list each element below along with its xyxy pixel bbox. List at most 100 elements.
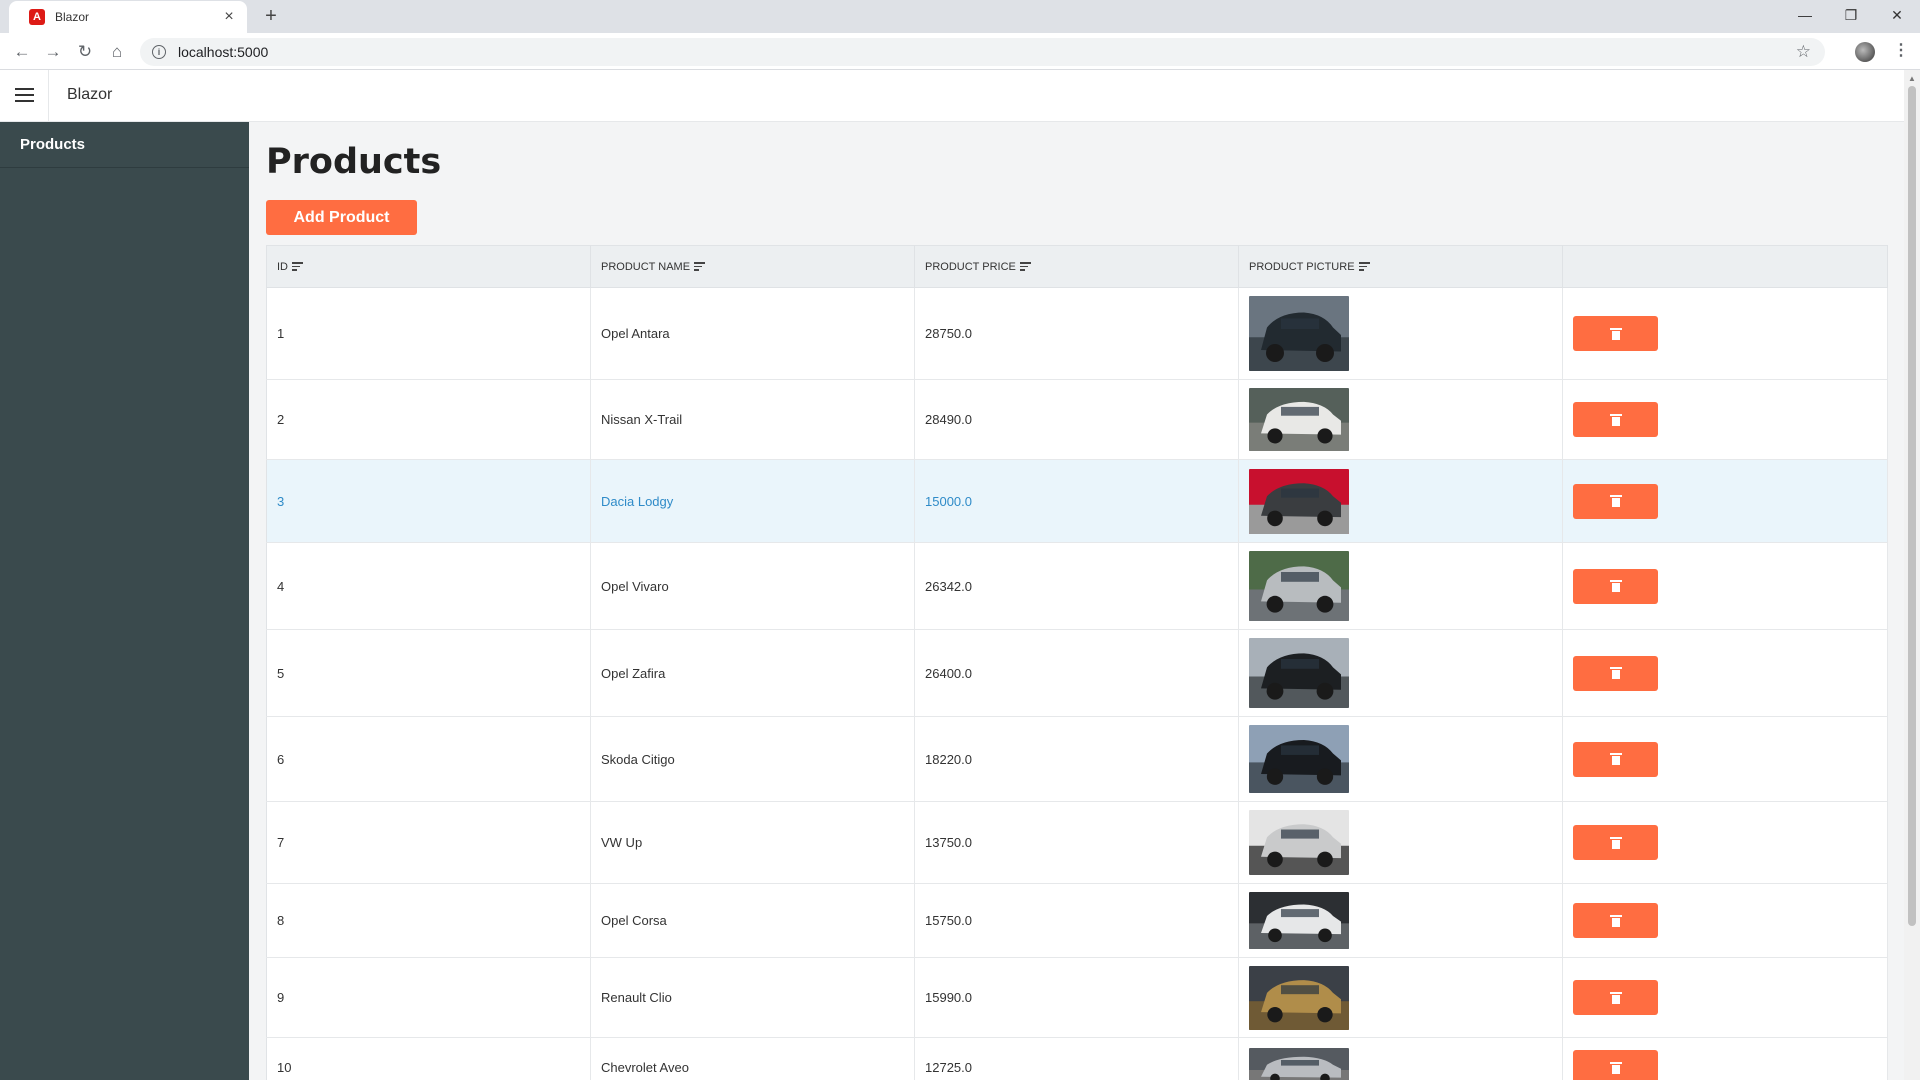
cell-actions xyxy=(1562,459,1888,543)
cell-id: 6 xyxy=(266,716,591,802)
column-header-id[interactable]: ID xyxy=(266,245,591,288)
table-row[interactable]: 6 Skoda Citigo 18220.0 xyxy=(266,716,1888,802)
product-image xyxy=(1249,892,1349,949)
header-divider xyxy=(48,70,49,122)
cell-product-name: Renault Clio xyxy=(590,957,915,1038)
cell-id: 3 xyxy=(266,459,591,543)
cell-product-price: 12725.0 xyxy=(914,1037,1239,1080)
cell-product-price: 13750.0 xyxy=(914,801,1239,884)
table-row[interactable]: 1 Opel Antara 28750.0 xyxy=(266,287,1888,380)
delete-button[interactable] xyxy=(1573,1050,1658,1080)
cell-product-picture xyxy=(1238,716,1563,802)
cell-product-picture xyxy=(1238,287,1563,380)
browser-menu-icon[interactable]: ⋮ xyxy=(1893,40,1909,60)
profile-avatar-icon[interactable] xyxy=(1855,42,1875,62)
delete-button[interactable] xyxy=(1573,980,1658,1015)
cell-product-picture xyxy=(1238,629,1563,717)
close-window-icon[interactable]: ✕ xyxy=(1874,0,1920,30)
sort-icon[interactable] xyxy=(1358,262,1370,271)
cell-actions xyxy=(1562,379,1888,460)
cell-actions xyxy=(1562,287,1888,380)
trash-icon xyxy=(1609,991,1622,1004)
delete-button[interactable] xyxy=(1573,568,1658,604)
table-row[interactable]: 4 Opel Vivaro 26342.0 xyxy=(266,542,1888,630)
cell-id: 4 xyxy=(266,542,591,630)
column-header-actions xyxy=(1562,245,1888,288)
cell-product-picture xyxy=(1238,801,1563,884)
hamburger-icon[interactable] xyxy=(15,88,34,102)
tab-title: Blazor xyxy=(55,10,90,24)
cell-actions xyxy=(1562,629,1888,717)
table-row[interactable]: 5 Opel Zafira 26400.0 xyxy=(266,629,1888,717)
back-icon[interactable]: ← xyxy=(11,41,33,63)
sort-icon[interactable] xyxy=(292,262,303,271)
cell-id: 7 xyxy=(266,801,591,884)
forward-icon[interactable]: → xyxy=(42,41,64,63)
url-text[interactable]: localhost:5000 xyxy=(178,44,268,60)
delete-button[interactable] xyxy=(1573,655,1658,691)
cell-product-price: 15000.0 xyxy=(914,459,1239,543)
reload-icon[interactable]: ↻ xyxy=(74,41,96,63)
column-header-name[interactable]: PRODUCT NAME xyxy=(590,245,915,288)
column-label: PRODUCT PRICE xyxy=(925,260,1016,273)
page-title: Products xyxy=(266,142,442,182)
trash-icon xyxy=(1609,836,1622,849)
sort-icon[interactable] xyxy=(1019,262,1031,271)
table-row[interactable]: 10 Chevrolet Aveo 12725.0 xyxy=(266,1037,1888,1080)
browser-tabstrip: A Blazor × + — ❐ ✕ xyxy=(0,0,1920,33)
cell-actions xyxy=(1562,542,1888,630)
delete-button[interactable] xyxy=(1573,741,1658,777)
grid-header-row: ID PRODUCT NAME PRODUCT PRICE PRODUCT PI… xyxy=(266,245,1888,288)
sort-icon[interactable] xyxy=(694,262,706,271)
table-row[interactable]: 3 Dacia Lodgy 15000.0 xyxy=(266,459,1888,543)
cell-id: 1 xyxy=(266,287,591,380)
add-product-button[interactable]: Add Product xyxy=(266,200,417,235)
tab-close-icon[interactable]: × xyxy=(221,8,237,26)
product-image xyxy=(1249,551,1349,621)
restore-icon[interactable]: ❐ xyxy=(1828,0,1874,30)
cell-product-name: Opel Zafira xyxy=(590,629,915,717)
cell-actions xyxy=(1562,801,1888,884)
cell-product-price: 15750.0 xyxy=(914,883,1239,958)
table-row[interactable]: 2 Nissan X-Trail 28490.0 xyxy=(266,379,1888,460)
cell-product-picture xyxy=(1238,542,1563,630)
home-icon[interactable]: ⌂ xyxy=(106,41,128,63)
bookmark-star-icon[interactable]: ☆ xyxy=(1796,42,1811,62)
cell-id: 2 xyxy=(266,379,591,460)
browser-tab[interactable]: A Blazor × xyxy=(9,1,247,33)
cell-id: 9 xyxy=(266,957,591,1038)
minimize-icon[interactable]: — xyxy=(1782,0,1828,30)
column-label: PRODUCT NAME xyxy=(601,260,691,273)
info-icon[interactable]: i xyxy=(152,45,166,59)
cell-product-picture xyxy=(1238,1037,1563,1080)
product-image xyxy=(1249,388,1349,451)
cell-product-picture xyxy=(1238,379,1563,460)
table-row[interactable]: 9 Renault Clio 15990.0 xyxy=(266,957,1888,1038)
delete-button[interactable] xyxy=(1573,825,1658,860)
delete-button[interactable] xyxy=(1573,316,1658,351)
address-bar[interactable]: i localhost:5000 ☆ xyxy=(140,38,1825,66)
sidebar-item-products[interactable]: Products xyxy=(0,122,249,168)
page-scrollbar[interactable]: ▲ xyxy=(1904,70,1920,1080)
cell-product-picture xyxy=(1238,883,1563,958)
cell-actions xyxy=(1562,883,1888,958)
new-tab-button[interactable]: + xyxy=(260,5,282,27)
products-grid: ID PRODUCT NAME PRODUCT PRICE PRODUCT PI… xyxy=(266,245,1888,1080)
delete-button[interactable] xyxy=(1573,903,1658,938)
table-row[interactable]: 7 VW Up 13750.0 xyxy=(266,801,1888,884)
table-row[interactable]: 8 Opel Corsa 15750.0 xyxy=(266,883,1888,958)
cell-product-picture xyxy=(1238,459,1563,543)
product-image xyxy=(1249,810,1349,875)
trash-icon xyxy=(1609,495,1622,507)
delete-button[interactable] xyxy=(1573,402,1658,437)
delete-button[interactable] xyxy=(1573,483,1658,519)
scroll-thumb[interactable] xyxy=(1908,86,1916,926)
column-header-price[interactable]: PRODUCT PRICE xyxy=(914,245,1239,288)
trash-icon xyxy=(1609,667,1622,679)
trash-icon xyxy=(1609,914,1622,927)
product-image xyxy=(1249,468,1349,534)
column-header-picture[interactable]: PRODUCT PICTURE xyxy=(1238,245,1563,288)
product-image xyxy=(1249,296,1349,371)
cell-product-name: Opel Antara xyxy=(590,287,915,380)
scroll-up-icon[interactable]: ▲ xyxy=(1908,74,1916,83)
